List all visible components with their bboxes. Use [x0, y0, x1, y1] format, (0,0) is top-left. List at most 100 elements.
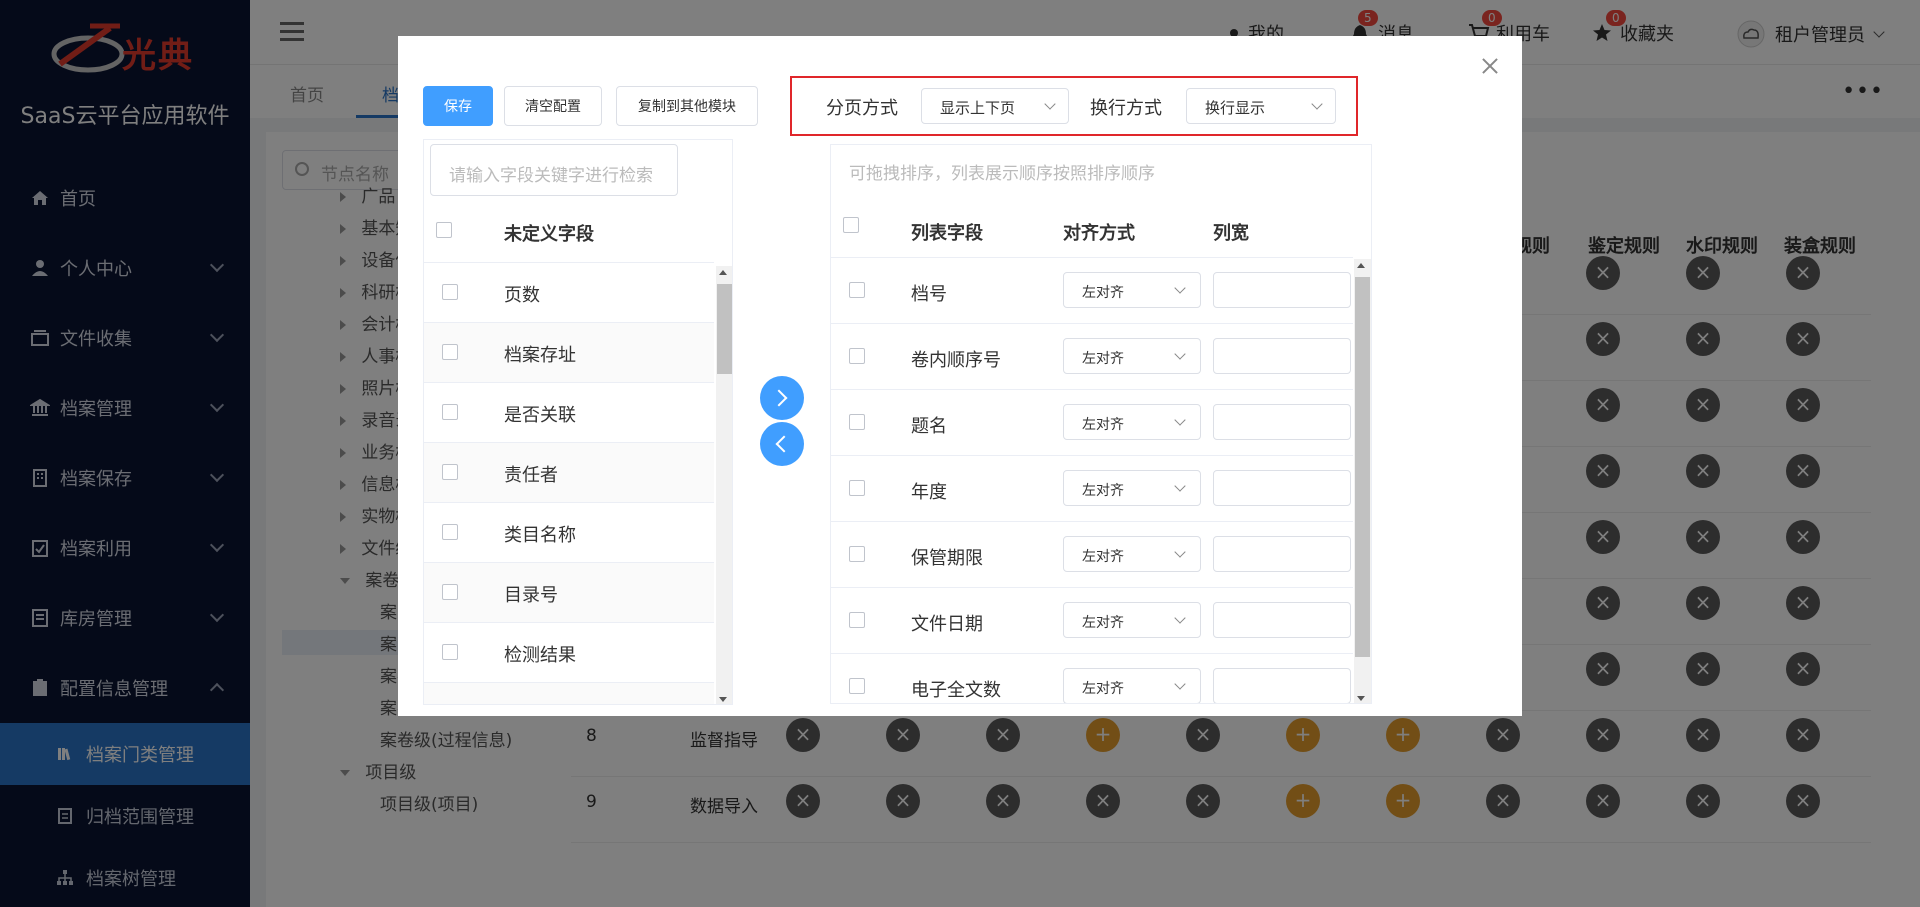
field-label: 检测结果: [504, 645, 576, 666]
right-scrollbar[interactable]: [1354, 259, 1371, 703]
column-width-input[interactable]: [1213, 338, 1351, 374]
scrollbar-thumb[interactable]: [717, 284, 732, 374]
wrap-label: 换行方式: [1090, 98, 1162, 119]
field-checkbox[interactable]: [849, 282, 865, 298]
select-all-checkbox[interactable]: [436, 222, 452, 238]
list-field-row[interactable]: 卷内顺序号 左对齐: [831, 323, 1353, 389]
close-icon[interactable]: [1480, 56, 1500, 76]
scroll-down-icon[interactable]: [1357, 696, 1365, 701]
field-search-placeholder: 请输入字段关键字进行检索: [449, 166, 653, 186]
list-fields-panel: 可拖拽排序，列表展示顺序按照排序顺序 列表字段 对齐方式 列宽 档号 左对齐 卷…: [830, 144, 1372, 704]
align-value: 左对齐: [1082, 483, 1124, 499]
field-label: 文件日期: [911, 614, 983, 635]
paging-select[interactable]: 显示上下页: [921, 88, 1069, 124]
col-header-width: 列宽: [1213, 223, 1249, 244]
field-label: 目录号: [504, 585, 558, 606]
column-width-input[interactable]: [1213, 404, 1351, 440]
scroll-down-icon[interactable]: [719, 697, 727, 702]
undefined-field-row[interactable]: 责任者: [424, 442, 714, 502]
column-width-input[interactable]: [1213, 668, 1351, 703]
select-all-checkbox[interactable]: [843, 217, 859, 233]
col-header-field: 列表字段: [911, 223, 983, 244]
field-label: 页数: [504, 285, 540, 306]
save-button[interactable]: 保存: [423, 86, 493, 126]
field-checkbox[interactable]: [442, 284, 458, 300]
field-label: 题名: [911, 416, 947, 437]
align-value: 左对齐: [1082, 417, 1124, 433]
align-value: 左对齐: [1082, 351, 1124, 367]
align-select[interactable]: 左对齐: [1063, 668, 1201, 703]
field-checkbox[interactable]: [849, 546, 865, 562]
chevron-down-icon: [1311, 98, 1323, 110]
list-field-row[interactable]: 年度 左对齐: [831, 455, 1353, 521]
field-checkbox[interactable]: [442, 524, 458, 540]
wrap-select[interactable]: 换行显示: [1186, 88, 1336, 124]
chevron-down-icon: [1044, 98, 1056, 110]
align-select[interactable]: 左对齐: [1063, 602, 1201, 638]
field-checkbox[interactable]: [442, 704, 458, 705]
align-select[interactable]: 左对齐: [1063, 536, 1201, 572]
undefined-field-row[interactable]: 检测结果: [424, 622, 714, 682]
chevron-down-icon: [1174, 546, 1186, 558]
align-value: 左对齐: [1082, 681, 1124, 697]
move-left-button[interactable]: [760, 422, 804, 466]
undefined-field-row[interactable]: 载体: [424, 682, 714, 705]
copy-to-module-button[interactable]: 复制到其他模块: [616, 86, 758, 126]
column-width-input[interactable]: [1213, 536, 1351, 572]
paging-label: 分页方式: [826, 98, 898, 119]
field-search-input[interactable]: 请输入字段关键字进行检索: [430, 144, 678, 196]
align-value: 左对齐: [1082, 285, 1124, 301]
list-field-row[interactable]: 电子全文数 左对齐: [831, 653, 1353, 703]
field-label: 档案存址: [504, 345, 576, 366]
chevron-down-icon: [1174, 348, 1186, 360]
chevron-down-icon: [1174, 480, 1186, 492]
scroll-up-icon[interactable]: [719, 270, 727, 275]
list-field-row[interactable]: 文件日期 左对齐: [831, 587, 1353, 653]
field-checkbox[interactable]: [849, 678, 865, 694]
align-value: 左对齐: [1082, 615, 1124, 631]
field-checkbox[interactable]: [442, 404, 458, 420]
drag-sort-hint: 可拖拽排序，列表展示顺序按照排序顺序: [849, 164, 1155, 184]
field-checkbox[interactable]: [849, 414, 865, 430]
scroll-up-icon[interactable]: [1357, 263, 1365, 268]
field-label: 保管期限: [911, 548, 983, 569]
field-checkbox[interactable]: [442, 644, 458, 660]
list-field-row[interactable]: 保管期限 左对齐: [831, 521, 1353, 587]
align-select[interactable]: 左对齐: [1063, 338, 1201, 374]
column-width-input[interactable]: [1213, 470, 1351, 506]
field-checkbox[interactable]: [442, 584, 458, 600]
undefined-field-row[interactable]: 是否关联: [424, 382, 714, 442]
field-label: 载体: [504, 701, 540, 704]
undefined-field-row[interactable]: 目录号: [424, 562, 714, 622]
field-checkbox[interactable]: [442, 344, 458, 360]
list-field-row[interactable]: 档号 左对齐: [831, 257, 1353, 323]
column-width-input[interactable]: [1213, 602, 1351, 638]
align-select[interactable]: 左对齐: [1063, 470, 1201, 506]
field-label: 责任者: [504, 465, 558, 486]
list-field-row[interactable]: 题名 左对齐: [831, 389, 1353, 455]
chevron-down-icon: [1174, 282, 1186, 294]
scrollbar-thumb[interactable]: [1355, 277, 1370, 657]
align-value: 左对齐: [1082, 549, 1124, 565]
undefined-field-row[interactable]: 类目名称: [424, 502, 714, 562]
field-label: 是否关联: [504, 405, 576, 426]
left-scrollbar[interactable]: [716, 266, 732, 704]
field-checkbox[interactable]: [849, 348, 865, 364]
field-label: 卷内顺序号: [911, 350, 1001, 371]
wrap-value: 换行显示: [1205, 99, 1266, 117]
align-select[interactable]: 左对齐: [1063, 404, 1201, 440]
clear-config-button[interactable]: 清空配置: [504, 86, 602, 126]
chevron-down-icon: [1174, 678, 1186, 690]
field-checkbox[interactable]: [442, 464, 458, 480]
chevron-down-icon: [1174, 612, 1186, 624]
align-select[interactable]: 左对齐: [1063, 272, 1201, 308]
field-checkbox[interactable]: [849, 480, 865, 496]
col-header-align: 对齐方式: [1063, 223, 1135, 244]
field-checkbox[interactable]: [849, 612, 865, 628]
paging-value: 显示上下页: [940, 99, 1016, 117]
field-label: 类目名称: [504, 525, 576, 546]
move-right-button[interactable]: [760, 376, 804, 420]
undefined-field-row[interactable]: 档案存址: [424, 322, 714, 382]
column-width-input[interactable]: [1213, 272, 1351, 308]
undefined-field-row[interactable]: 页数: [424, 262, 714, 322]
